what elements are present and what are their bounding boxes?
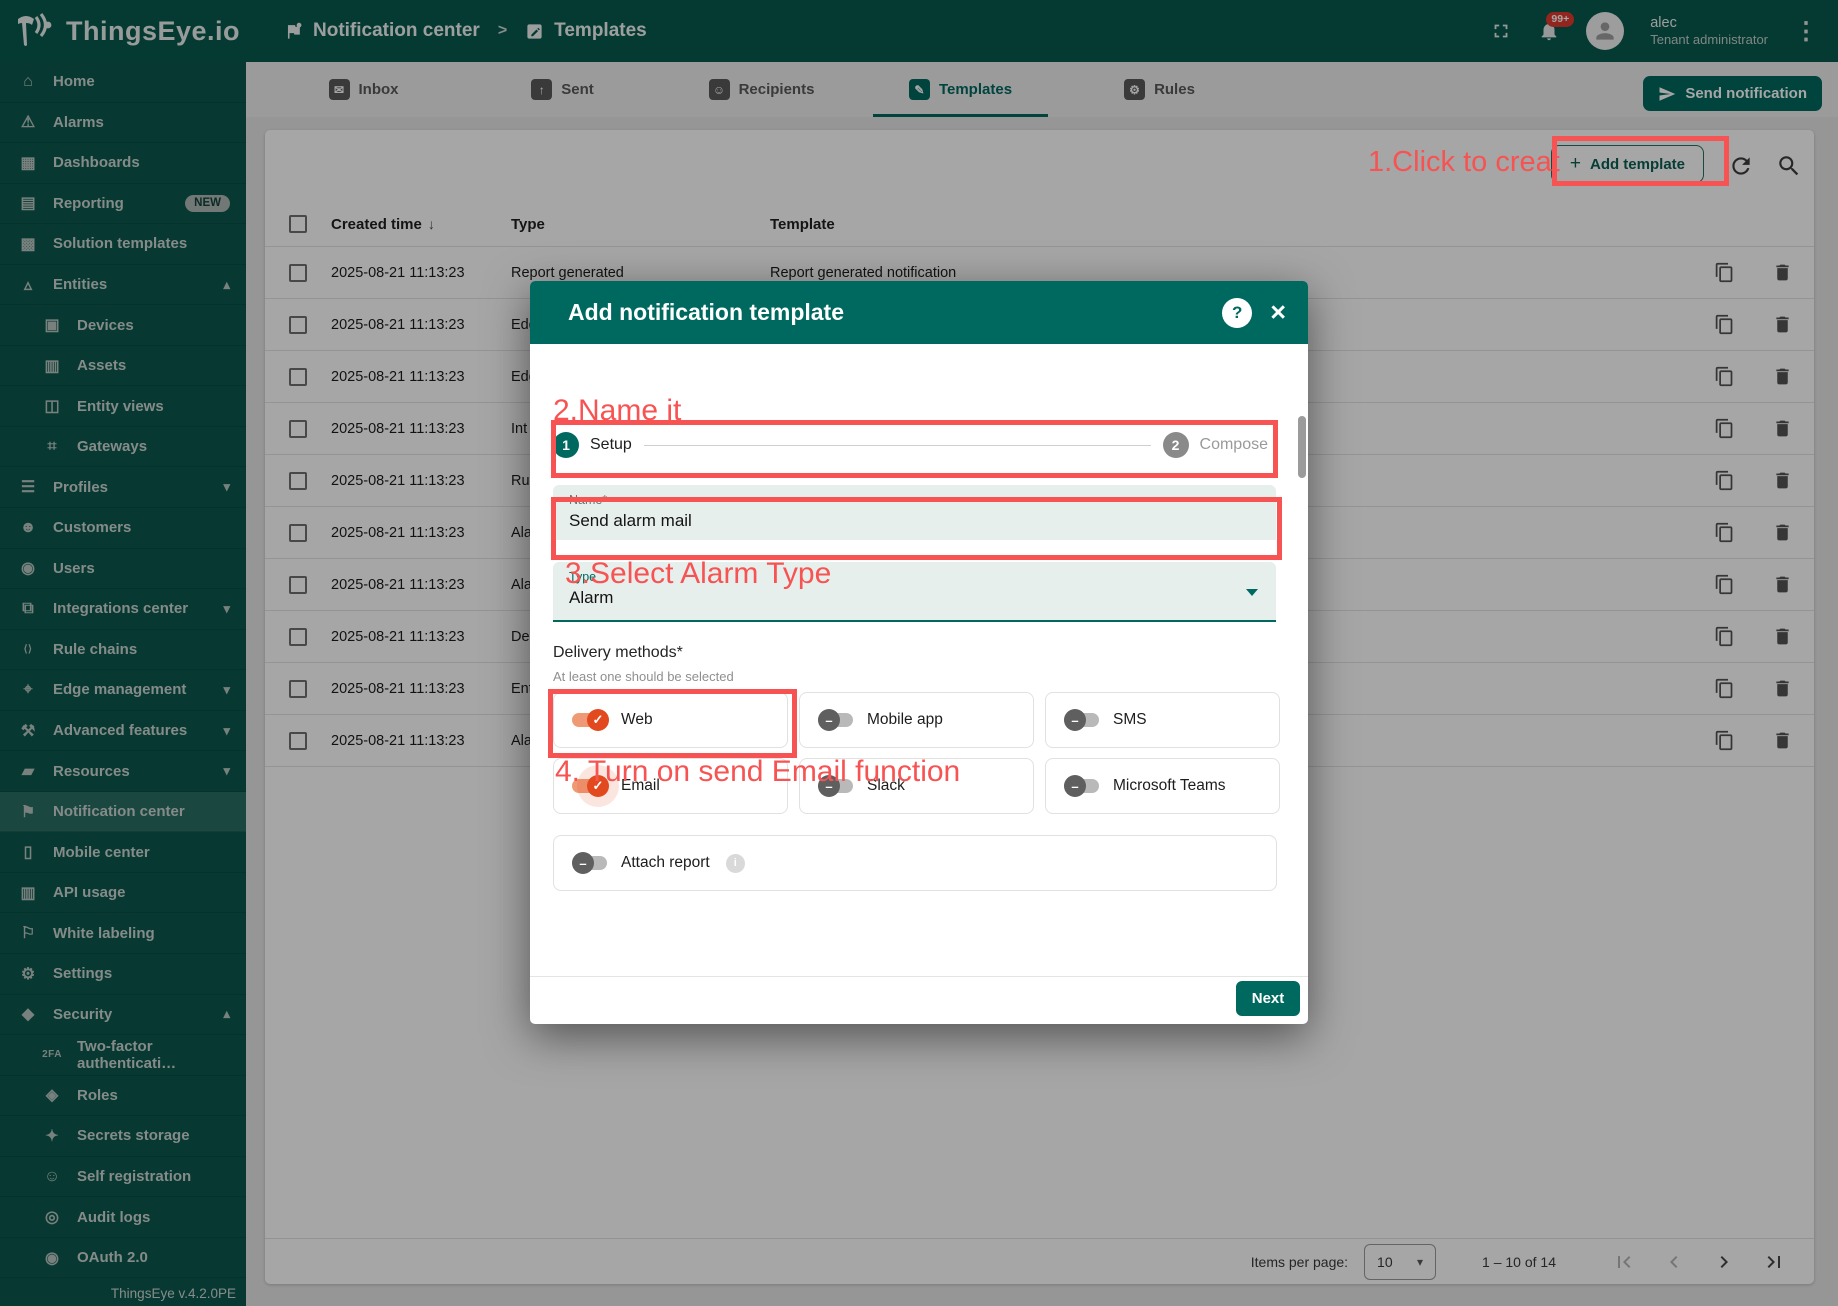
annotation-step4-text: 4. Turn on send Email function — [555, 755, 961, 788]
annotation-step1-text: 1.Click to creat — [1368, 146, 1560, 178]
microsoft-teams-toggle[interactable]: – — [1064, 775, 1101, 797]
annotation-step2-rect — [551, 420, 1278, 478]
next-button[interactable]: Next — [1236, 981, 1300, 1016]
type-select-value: Alarm — [569, 588, 614, 607]
annotation-step3-text: 3.Select Alarm Type — [565, 557, 832, 590]
modal-header: Add notification template ? × — [530, 281, 1308, 344]
delivery-method-microsoft-teams[interactable]: – Microsoft Teams — [1045, 758, 1280, 814]
delivery-method-sms[interactable]: – SMS — [1045, 692, 1280, 748]
sms-toggle[interactable]: – — [1064, 709, 1101, 731]
add-notification-template-modal: Add notification template ? × 1 Setup 2 … — [530, 281, 1308, 1024]
info-icon: i — [725, 853, 745, 873]
attach-report-card: – Attach report i — [553, 835, 1277, 891]
delivery-method-mobile-app[interactable]: – Mobile app — [799, 692, 1034, 748]
close-icon[interactable]: × — [1270, 299, 1286, 326]
modal-footer: Next — [530, 976, 1308, 1024]
attach-report-label: Attach report — [621, 854, 710, 871]
annotation-step1-rect — [1552, 136, 1729, 186]
modal-title: Add notification template — [568, 299, 844, 325]
delivery-methods-label: Delivery methods* — [553, 644, 683, 661]
attach-report-toggle[interactable]: – — [572, 852, 609, 874]
mobile-app-toggle[interactable]: – — [818, 709, 855, 731]
modal-scrollbar[interactable] — [1298, 416, 1306, 478]
annotation-step3-rect — [551, 497, 1282, 560]
help-button[interactable]: ? — [1222, 297, 1253, 328]
dropdown-caret-icon — [1246, 589, 1258, 596]
annotation-step4-rect — [548, 689, 797, 758]
delivery-methods-hint: At least one should be selected — [553, 669, 734, 684]
